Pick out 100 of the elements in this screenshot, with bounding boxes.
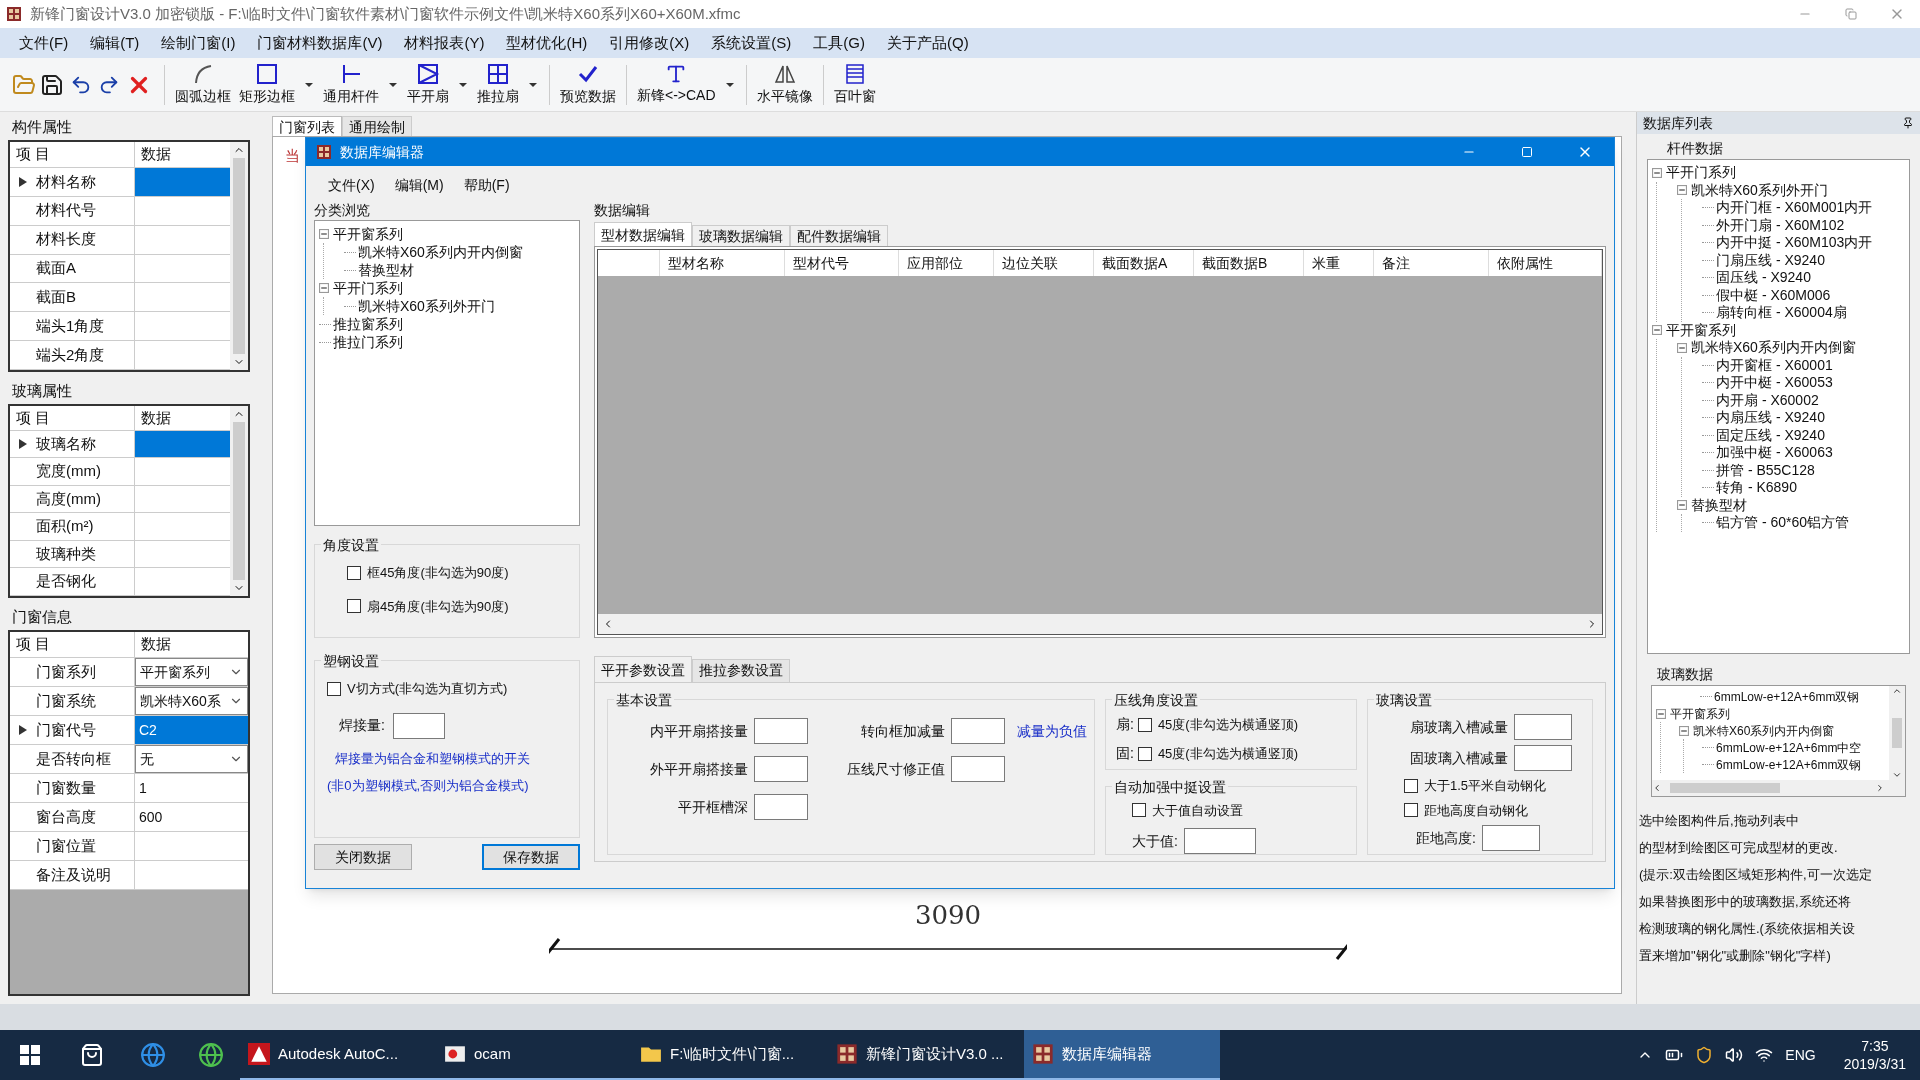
menu-item[interactable]: 关于产品(Q)	[876, 31, 980, 55]
pin-icon[interactable]	[1902, 117, 1914, 129]
menu-item[interactable]: 引用修改(X)	[598, 31, 701, 55]
volume-icon[interactable]	[1725, 1046, 1744, 1064]
dropdown-arrow-icon[interactable]	[725, 82, 734, 87]
shield-icon[interactable]	[1695, 1046, 1714, 1064]
scroll-right-icon[interactable]	[1875, 783, 1885, 793]
toolbar-button[interactable]: 水平镜像	[752, 59, 817, 110]
property-row[interactable]: 门窗系列 平开窗系列	[10, 658, 248, 687]
menu-item[interactable]: 文件(X)	[318, 174, 385, 196]
tree-item[interactable]: 平开窗系列	[1670, 704, 1730, 723]
scrollbar[interactable]	[230, 142, 248, 370]
property-row[interactable]: 窗台高度 600	[10, 803, 248, 832]
menu-item[interactable]: 系统设置(S)	[700, 31, 803, 55]
menu-item[interactable]: 型材优化(H)	[495, 31, 599, 55]
start-icon[interactable]	[20, 1045, 40, 1065]
property-row[interactable]: 宽度(mm)	[10, 458, 230, 486]
checkbox-option[interactable]: 45度(非勾选为横通竖顶)	[1137, 743, 1298, 764]
toolbar-button[interactable]: 预览数据	[556, 59, 620, 110]
input-field[interactable]	[951, 756, 1005, 782]
collapse-icon[interactable]	[319, 229, 329, 239]
network-icon[interactable]	[1755, 1046, 1774, 1064]
dropdown-arrow-icon[interactable]	[389, 82, 397, 87]
property-row[interactable]: 门窗数量 1	[10, 774, 248, 803]
input-field[interactable]	[1481, 825, 1540, 851]
language-indicator[interactable]: ENG	[1785, 1044, 1816, 1066]
store-icon[interactable]	[80, 1043, 104, 1067]
tree-item[interactable]: 6mmLow-e+12A+6mm双钢	[1716, 755, 1862, 774]
value-cell[interactable]: 凯米特X60系	[135, 687, 248, 715]
dialog-button[interactable]: 保存数据	[482, 844, 580, 870]
collapse-icon[interactable]	[1652, 325, 1662, 336]
toolbar-button[interactable]: 百叶窗	[829, 59, 880, 110]
scroll-left-icon[interactable]	[1652, 783, 1662, 793]
input-field[interactable]	[754, 718, 808, 744]
property-row[interactable]: 端头1角度	[10, 312, 230, 342]
toolbar-button[interactable]: 新锋<->CAD	[633, 59, 740, 110]
property-row[interactable]: 是否钢化	[10, 568, 230, 596]
tab[interactable]: 通用绘制	[342, 116, 412, 136]
tree-item[interactable]: 凯米特X60系列内开内倒窗	[1693, 721, 1835, 740]
dialog-button[interactable]: 关闭数据	[314, 844, 412, 870]
scrollbar[interactable]	[598, 614, 1602, 634]
scroll-up-icon[interactable]	[1892, 686, 1902, 696]
tab[interactable]: 配件数据编辑	[790, 225, 888, 246]
checkbox-option[interactable]: 距地高度自动钢化	[1404, 800, 1592, 820]
checkbox-option[interactable]: 45度(非勾选为横通竖顶)	[1137, 714, 1298, 735]
input-field[interactable]	[951, 718, 1005, 744]
property-row[interactable]: 玻璃种类	[10, 540, 230, 569]
taskbar-app[interactable]: 数据库编辑器	[1024, 1030, 1220, 1080]
taskbar-app[interactable]: F:\临时文件\门窗...	[632, 1030, 828, 1080]
input-field[interactable]	[754, 794, 808, 820]
scrollbar[interactable]	[1652, 780, 1905, 796]
input-field[interactable]	[1514, 745, 1572, 771]
tab[interactable]: 玻璃数据编辑	[692, 225, 790, 246]
clock-time[interactable]: 7:35	[1861, 1037, 1889, 1055]
tab[interactable]: 型材数据编辑	[594, 222, 692, 246]
tree-item[interactable]: 6mmLow-e+12A+6mm中空	[1716, 738, 1862, 757]
scroll-down-icon[interactable]	[1892, 770, 1902, 780]
tab[interactable]: 平开参数设置	[594, 656, 692, 682]
checkbox-option[interactable]: 大于值自动设置	[1132, 800, 1356, 820]
value-cell[interactable]: C2	[135, 716, 248, 744]
menu-item[interactable]: 编辑(M)	[384, 174, 454, 196]
browser-icon[interactable]	[198, 1042, 224, 1068]
toolbar-button[interactable]: 通用杆件	[319, 59, 403, 110]
column-header[interactable]: 截面数据A	[1094, 250, 1194, 276]
property-row[interactable]: 材料名称	[10, 167, 230, 197]
column-header[interactable]: 截面数据B	[1194, 250, 1304, 276]
property-row[interactable]: 门窗位置	[10, 832, 248, 861]
menu-item[interactable]: 材料报表(Y)	[393, 31, 496, 55]
taskbar-app[interactable]: ocam	[436, 1030, 632, 1080]
scrollbar[interactable]	[1889, 686, 1905, 780]
collapse-icon[interactable]	[1677, 500, 1687, 511]
property-row[interactable]: 玻璃名称	[10, 430, 230, 459]
toolbar-button[interactable]: 圆弧边框	[171, 59, 235, 110]
property-row[interactable]: 材料长度	[10, 225, 230, 255]
scroll-thumb[interactable]	[233, 158, 245, 354]
checkbox-option[interactable]: 大于1.5平米自动钢化	[1404, 776, 1592, 796]
input-field[interactable]	[754, 756, 808, 782]
menu-item[interactable]: 编辑(T)	[79, 31, 151, 55]
property-row[interactable]: 备注及说明	[10, 861, 248, 890]
menu-item[interactable]: 文件(F)	[8, 31, 80, 55]
input-field[interactable]	[392, 712, 445, 739]
browser-icon[interactable]	[140, 1042, 166, 1068]
column-header[interactable]: 应用部位	[899, 250, 994, 276]
selection-highlight[interactable]	[135, 430, 230, 458]
property-row[interactable]: 截面A	[10, 254, 230, 284]
column-header[interactable]: 依附属性	[1489, 250, 1602, 276]
input-field[interactable]	[1514, 714, 1572, 740]
dropdown-arrow-icon[interactable]	[529, 82, 537, 87]
checkbox-option[interactable]: 框45角度(非勾选为90度)	[347, 563, 579, 583]
menu-item[interactable]: 帮助(F)	[453, 174, 520, 196]
toolbar-button[interactable]: 推拉扇	[473, 59, 543, 110]
column-header[interactable]: 米重	[1304, 250, 1374, 276]
menu-item[interactable]: 门窗材料数据库(V)	[246, 31, 394, 55]
property-row[interactable]: 截面B	[10, 283, 230, 313]
collapse-icon[interactable]	[319, 283, 329, 293]
menu-item[interactable]: 绘制门窗(I)	[150, 31, 247, 55]
tree-item[interactable]: 6mmLow-e+12A+6mm双钢	[1714, 687, 1860, 706]
property-row[interactable]: 面积(m²)	[10, 513, 230, 541]
collapse-icon[interactable]	[1656, 708, 1666, 719]
collapse-icon[interactable]	[1679, 725, 1689, 736]
